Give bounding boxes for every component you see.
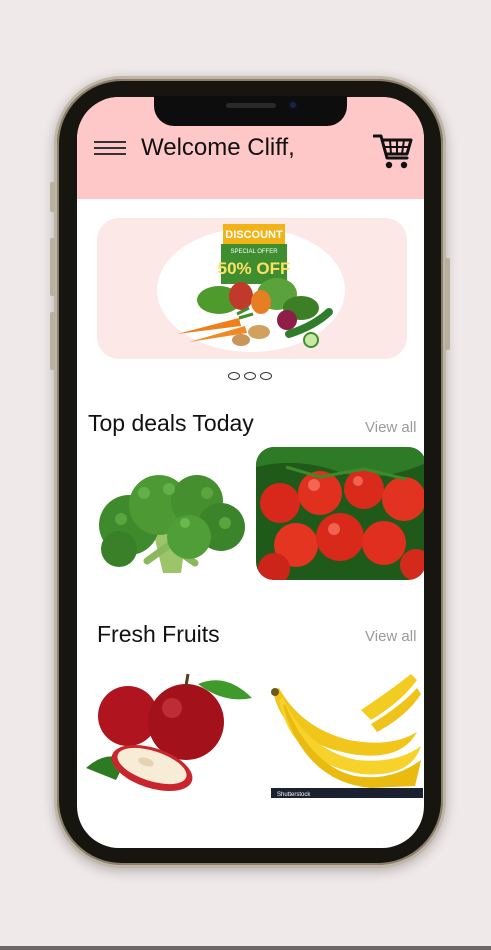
app-screen: Welcome Cliff, DISCOUNT SPECIAL OFFER 50… [77, 97, 424, 848]
bananas-watermark-text: Shutterstock [277, 792, 311, 798]
vegetable-discount-illustration: DISCOUNT SPECIAL OFFER 50% OFF [177, 224, 333, 348]
promo-banner[interactable]: DISCOUNT SPECIAL OFFER 50% OFF [97, 218, 407, 359]
phone-notch [154, 96, 347, 126]
tomatoes-image [256, 447, 424, 580]
special-offer-text: SPECIAL OFFER [230, 249, 278, 255]
welcome-title: Welcome Cliff, [141, 134, 295, 161]
view-all-top-deals-link[interactable]: View all [365, 419, 416, 436]
offer-percent-text: 50% OFF [218, 259, 291, 278]
shopping-cart-icon[interactable] [373, 131, 413, 171]
product-card-bananas[interactable]: Shutterstock [271, 670, 423, 798]
carousel-dot[interactable] [228, 372, 240, 380]
view-all-fresh-fruits-link[interactable]: View all [365, 628, 416, 645]
product-card-broccoli[interactable] [89, 453, 249, 583]
carousel-indicator [228, 372, 272, 380]
section-title-fresh-fruits: Fresh Fruits [97, 621, 220, 647]
discount-badge-text: DISCOUNT [225, 229, 283, 241]
hamburger-menu-icon[interactable] [94, 141, 126, 157]
section-title-top-deals: Top deals Today [88, 410, 254, 436]
apples-image [86, 664, 258, 802]
phone-volume-up-button [50, 238, 55, 296]
product-card-tomatoes[interactable] [256, 447, 424, 580]
broccoli-image [89, 453, 249, 583]
phone-mute-switch [50, 182, 55, 212]
carousel-dot[interactable] [244, 372, 256, 380]
phone-front-camera [288, 100, 298, 110]
carousel-dot[interactable] [260, 372, 272, 380]
page-bottom-border [0, 946, 491, 950]
phone-volume-down-button [50, 312, 55, 370]
phone-speaker [226, 103, 276, 108]
phone-power-button [445, 258, 450, 350]
bananas-image: Shutterstock [271, 670, 423, 798]
product-card-apples[interactable] [86, 664, 258, 802]
